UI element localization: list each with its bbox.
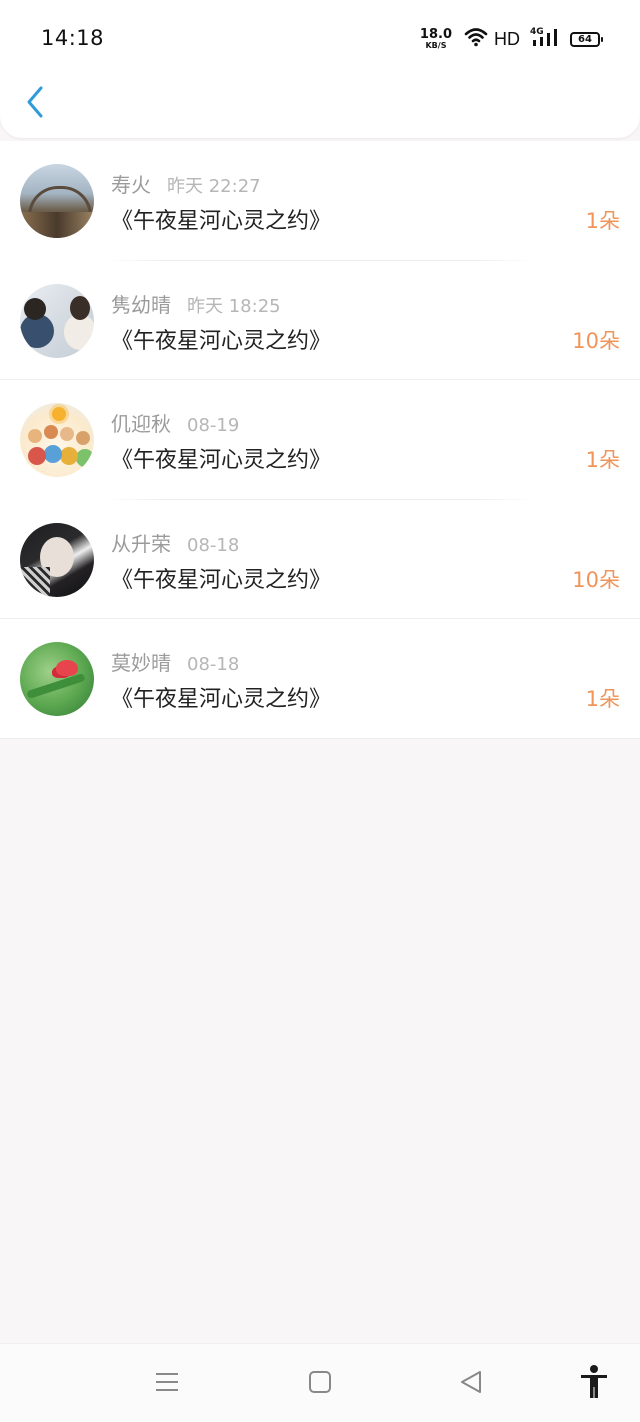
back-nav-button[interactable] (447, 1360, 495, 1408)
net-speed-value: 18.0 (419, 27, 452, 42)
list-item[interactable]: 莫妙晴 08-18 《午夜星河心灵之约》 1朵 (0, 619, 640, 739)
list-item[interactable]: 从升荣 08-18 《午夜星河心灵之约》 10朵 (0, 500, 640, 619)
user-name-text: 仉迎秋 (111, 412, 171, 436)
book-title: 《午夜星河心灵之约》 (111, 687, 332, 712)
user-name: 寿火 昨天 22:27 (111, 169, 261, 198)
accessibility-icon (579, 1365, 609, 1403)
top-header: 14:18 18.0 KB/S HD 4G 64 (0, 0, 640, 138)
user-name: 莫妙晴 08-18 (111, 647, 239, 676)
list-item[interactable]: 仉迎秋 08-19 《午夜星河心灵之约》 1朵 (0, 380, 640, 500)
avatar[interactable] (20, 403, 94, 477)
network-type: 4G (530, 27, 544, 37)
status-indicators: 18.0 KB/S HD 4G 64 (420, 25, 603, 53)
system-nav-bar (0, 1343, 640, 1422)
user-name-text: 从升荣 (111, 531, 171, 556)
flower-count: 10朵 (572, 328, 620, 353)
book-title: 《午夜星河心灵之约》 (111, 209, 332, 234)
avatar[interactable] (20, 164, 94, 238)
flower-count: 1朵 (585, 448, 620, 472)
user-name-text: 隽幼晴 (111, 292, 171, 317)
chevron-left-icon (25, 85, 45, 123)
book-title: 《午夜星河心灵之约》 (111, 567, 332, 593)
user-name: 从升荣 08-18 (111, 528, 239, 557)
menu-button[interactable] (143, 1360, 191, 1408)
record-date: 08-18 (187, 654, 240, 675)
battery-level: 64 (578, 33, 592, 45)
back-button[interactable] (20, 84, 50, 124)
signal-icon: 4G (530, 26, 560, 52)
home-button[interactable] (296, 1360, 344, 1408)
avatar[interactable] (20, 283, 94, 358)
list-item[interactable]: 隽幼晴 昨天 18:25 《午夜星河心灵之约》 10朵 (0, 261, 640, 380)
record-date: 08-18 (187, 534, 240, 556)
flower-record-list: 寿火 昨天 22:27 《午夜星河心灵之约》 1朵 隽幼晴 昨天 18:25 《午夜… (0, 141, 640, 739)
menu-icon (154, 1371, 180, 1397)
book-title: 《午夜星河心灵之约》 (111, 328, 332, 354)
net-speed: 18.0 KB/S (420, 28, 452, 50)
wifi-icon (464, 27, 488, 51)
book-title: 《午夜星河心灵之约》 (111, 448, 332, 473)
flower-count: 1朵 (585, 687, 620, 711)
list-item[interactable]: 寿火 昨天 22:27 《午夜星河心灵之约》 1朵 (0, 141, 640, 261)
back-triangle-icon (458, 1369, 484, 1399)
user-name: 隽幼晴 昨天 18:25 (111, 289, 281, 318)
flower-count: 1朵 (585, 209, 620, 233)
user-name: 仉迎秋 08-19 (111, 408, 239, 437)
status-bar: 14:18 18.0 KB/S HD 4G 64 (0, 0, 640, 76)
flower-count: 10朵 (572, 567, 620, 592)
record-date: 昨天 22:27 (167, 176, 261, 197)
avatar[interactable] (20, 522, 94, 597)
net-speed-unit: KB/S (425, 41, 447, 50)
battery-indicator: 64 (570, 31, 603, 47)
record-date: 昨天 18:25 (187, 295, 281, 317)
accessibility-button[interactable] (570, 1360, 618, 1408)
user-name-text: 莫妙晴 (111, 651, 171, 675)
home-square-icon (308, 1370, 332, 1398)
record-date: 08-19 (187, 415, 240, 436)
status-time: 14:18 (41, 26, 105, 50)
hd-indicator: HD (494, 28, 520, 49)
avatar[interactable] (20, 642, 94, 716)
user-name-text: 寿火 (111, 173, 151, 197)
